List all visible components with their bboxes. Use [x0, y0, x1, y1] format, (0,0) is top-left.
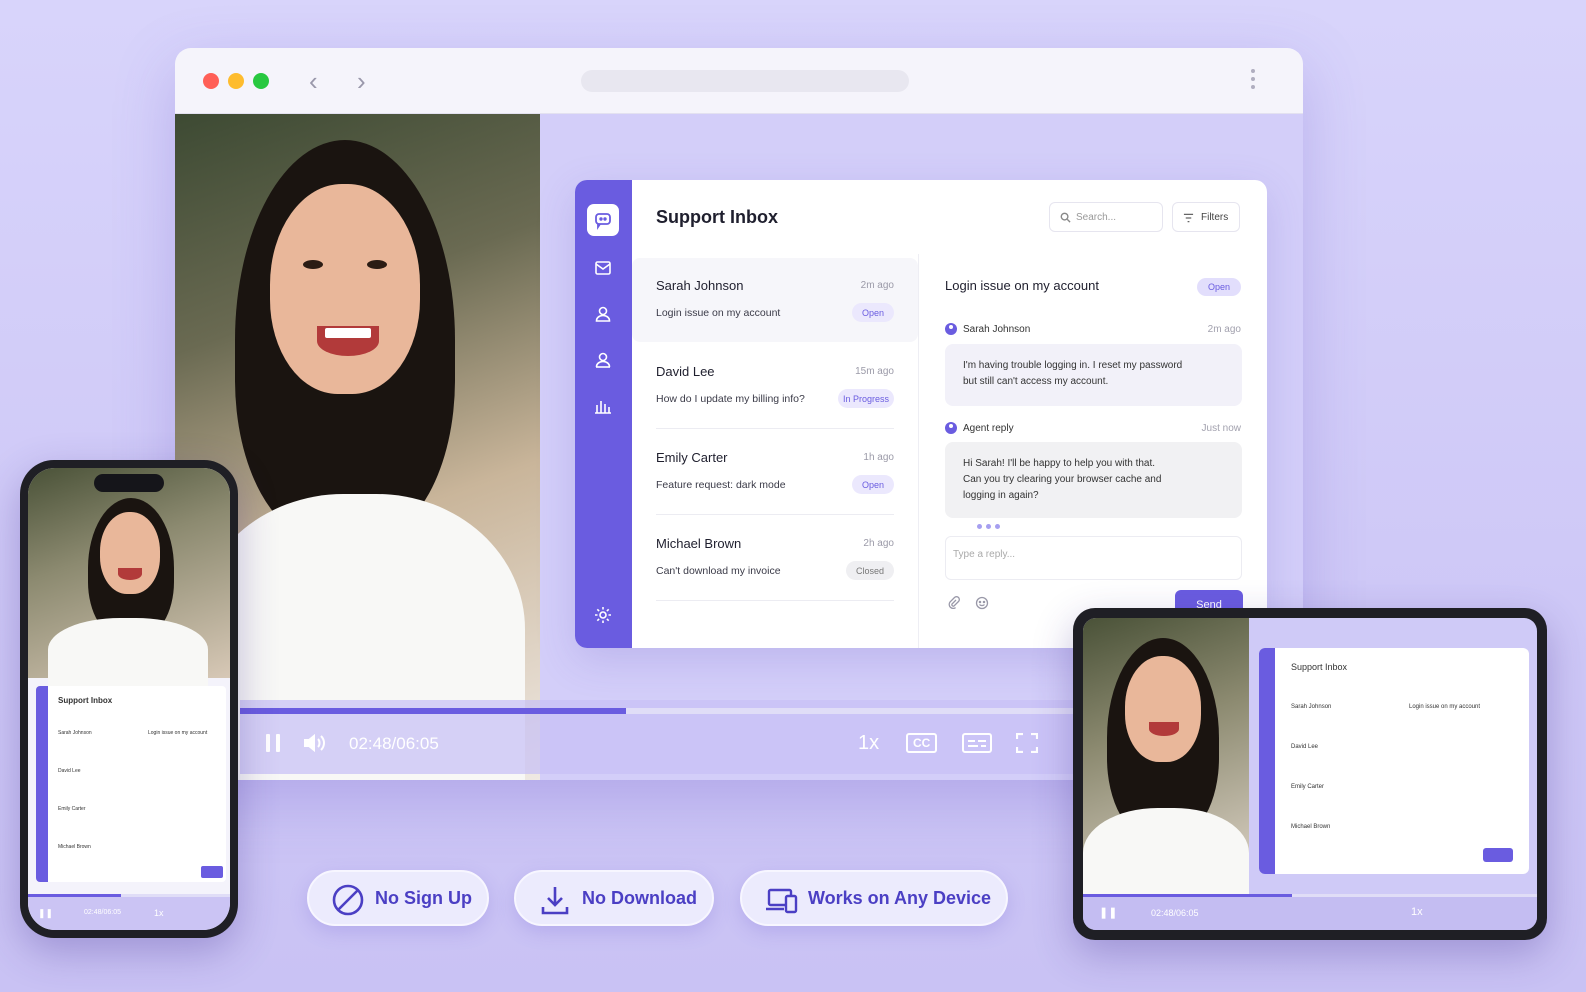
phone-app-preview: Support Inbox Sarah Johnson David Lee Em…	[36, 686, 226, 882]
phone-screen: Support Inbox Sarah Johnson David Lee Em…	[28, 468, 230, 930]
kebab-menu-icon[interactable]	[1251, 69, 1255, 93]
status-badge: In Progress	[837, 389, 894, 408]
reply-input[interactable]: Type a reply...	[945, 536, 1242, 580]
minimize-window-button[interactable]	[228, 73, 244, 89]
status-badge: Open	[1196, 278, 1241, 296]
avatar	[945, 422, 957, 434]
video-progress-bar[interactable]	[240, 708, 1080, 714]
feature-no-download: No Download	[514, 870, 714, 926]
ticket-detail: Login issue on my account Open Sarah Joh…	[918, 254, 1267, 648]
support-inbox-app: Support Inbox Search... Filters Sarah Jo…	[575, 180, 1267, 648]
emoji-icon[interactable]	[975, 596, 989, 610]
pause-icon[interactable]	[264, 733, 282, 758]
user-icon[interactable]	[591, 348, 615, 372]
contact-icon[interactable]	[591, 302, 615, 326]
ticket-item[interactable]: Sarah Johnson 2m ago Login issue on my a…	[632, 258, 918, 342]
status-badge: Open	[851, 475, 894, 494]
filters-label: Filters	[1201, 211, 1229, 223]
ticket-subject: How do I update my billing info?	[656, 393, 805, 405]
chat-logo-icon[interactable]	[587, 204, 619, 236]
time-display: 02:48/06:05	[84, 909, 121, 916]
feature-no-sign-up: No Sign Up	[307, 870, 489, 926]
mini-send-button	[201, 866, 223, 878]
pause-icon[interactable]: ❚❚	[1099, 906, 1117, 919]
ticket-item[interactable]: Michael Brown 2h ago Can't download my i…	[632, 516, 918, 600]
time-display: 02:48/06:05	[349, 734, 439, 753]
ticket-name: Michael Brown	[656, 536, 742, 551]
mini-title: Support Inbox	[58, 696, 113, 705]
phone-video	[28, 468, 230, 688]
tablet-controls: ❚❚ 02:48/06:05 1x	[1083, 894, 1537, 930]
attachment-icon[interactable]	[947, 596, 961, 610]
ticket-time: 2h ago	[863, 538, 894, 549]
message-time: Just now	[1201, 423, 1241, 434]
captions-icon[interactable]: CC	[906, 733, 938, 753]
ticket-name: Emily Carter	[656, 450, 728, 465]
detail-title: Login issue on my account	[945, 278, 1099, 293]
close-window-button[interactable]	[203, 73, 219, 89]
address-bar[interactable]	[581, 70, 909, 92]
status-badge: Closed	[845, 561, 894, 580]
page-title: Support Inbox	[656, 207, 778, 227]
ticket-name: Sarah Johnson	[656, 278, 744, 293]
download-icon	[541, 887, 569, 915]
devices-icon	[766, 888, 798, 914]
tablet-video	[1083, 618, 1249, 908]
agent-message: Hi Sarah! I'll be happy to help you with…	[945, 442, 1242, 518]
message-author: Sarah Johnson	[945, 323, 1030, 335]
speed-button[interactable]: 1x	[154, 908, 164, 918]
speed-button[interactable]: 1x	[1411, 906, 1423, 918]
subtitles-icon[interactable]	[962, 733, 992, 758]
ticket-time: 1h ago	[863, 452, 894, 463]
sidebar-rail	[575, 180, 632, 648]
filters-button[interactable]: Filters	[1172, 202, 1240, 232]
chevron-right-icon[interactable]: ›	[357, 66, 366, 96]
mini-send-button	[1483, 848, 1513, 862]
ticket-time: 15m ago	[855, 366, 894, 377]
search-icon	[1060, 212, 1071, 223]
speed-button[interactable]: 1x	[858, 732, 879, 755]
customer-message: I'm having trouble logging in. I reset m…	[945, 344, 1242, 406]
message-time: 2m ago	[1207, 324, 1241, 335]
phone-controls: ❚❚ 02:48/06:05 1x	[28, 894, 230, 930]
ticket-time: 2m ago	[860, 280, 894, 291]
no-sign-icon	[332, 884, 364, 916]
inbox-icon[interactable]	[591, 256, 615, 280]
ticket-item[interactable]: Emily Carter 1h ago Feature request: dar…	[632, 430, 918, 514]
ticket-subject: Login issue on my account	[656, 307, 781, 319]
time-display: 02:48/06:05	[1151, 908, 1199, 918]
filter-icon	[1183, 213, 1194, 223]
mini-title: Support Inbox	[1291, 662, 1348, 672]
phone-mockup: Support Inbox Sarah Johnson David Lee Em…	[20, 460, 238, 938]
search-placeholder: Search...	[1076, 211, 1117, 223]
fullscreen-icon[interactable]	[1015, 732, 1039, 758]
progress-fill	[240, 708, 627, 714]
typing-indicator	[977, 524, 1000, 529]
ticket-item[interactable]: David Lee 15m ago How do I update my bil…	[632, 344, 918, 428]
chevron-left-icon[interactable]: ‹	[309, 66, 318, 96]
ticket-subject: Feature request: dark mode	[656, 479, 786, 491]
ticket-name: David Lee	[656, 364, 715, 379]
search-input[interactable]: Search...	[1049, 202, 1163, 232]
avatar	[945, 323, 957, 335]
status-badge: Open	[851, 303, 894, 322]
settings-icon[interactable]	[591, 603, 615, 627]
tablet-app-preview: Support Inbox Sarah Johnson David Lee Em…	[1259, 648, 1529, 874]
message-author: Agent reply	[945, 422, 1014, 434]
browser-toolbar: ‹ ›	[175, 48, 1303, 114]
feature-any-device: Works on Any Device	[740, 870, 1008, 926]
ticket-list: Sarah Johnson 2m ago Login issue on my a…	[632, 258, 918, 648]
maximize-window-button[interactable]	[253, 73, 269, 89]
pause-icon[interactable]: ❚❚	[38, 908, 53, 919]
tablet-mockup: Support Inbox Sarah Johnson David Lee Em…	[1073, 608, 1547, 940]
phone-notch	[94, 474, 164, 492]
ticket-subject: Can't download my invoice	[656, 565, 781, 577]
tablet-screen: Support Inbox Sarah Johnson David Lee Em…	[1083, 618, 1537, 930]
analytics-icon[interactable]	[591, 394, 615, 418]
volume-icon[interactable]	[303, 733, 327, 758]
